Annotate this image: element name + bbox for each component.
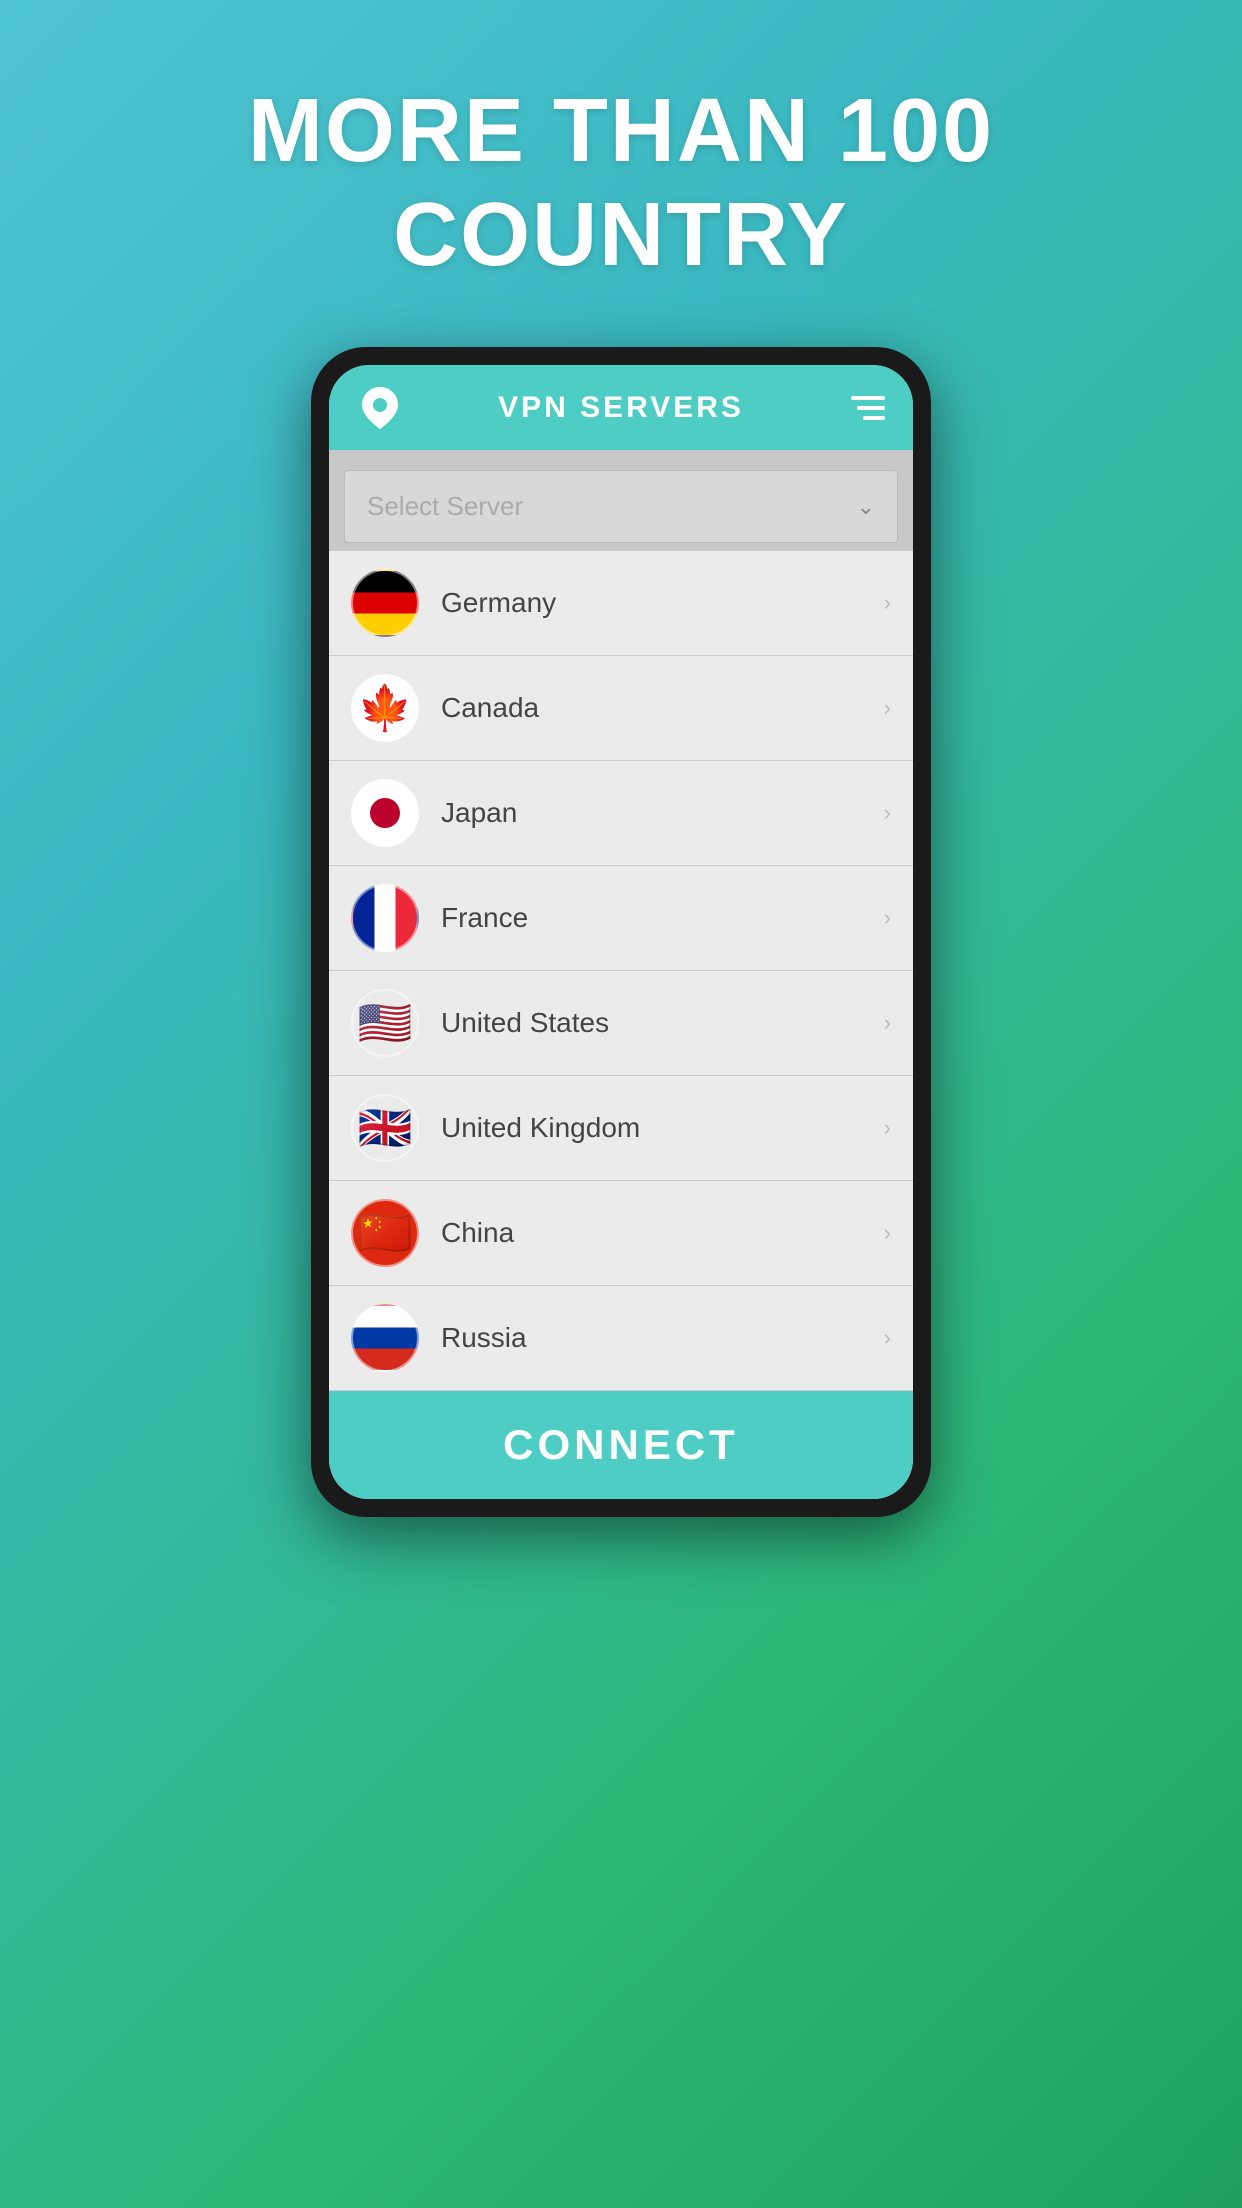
country-item-germany[interactable]: Germany › [329, 551, 913, 656]
country-item-france[interactable]: France › [329, 866, 913, 971]
country-name-russia: Russia [441, 1322, 884, 1354]
flag-canada: 🍁 [351, 674, 419, 742]
menu-bar-3 [863, 416, 885, 420]
flag-russia [351, 1304, 419, 1372]
chevron-right-icon: › [884, 1220, 891, 1246]
country-name-united-states: United States [441, 1007, 884, 1039]
country-name-china: China [441, 1217, 884, 1249]
country-item-united-states[interactable]: 🇺🇸 United States › [329, 971, 913, 1076]
phone-screen: VPN SERVERS Select Server ⌄ Germany [329, 365, 913, 1499]
headline-text: MORE THAN 100 COUNTRY [248, 80, 994, 287]
country-item-united-kingdom[interactable]: 🇬🇧 United Kingdom › [329, 1076, 913, 1181]
chevron-right-icon: › [884, 905, 891, 931]
flag-united-states: 🇺🇸 [351, 989, 419, 1057]
chevron-down-icon: ⌄ [857, 494, 875, 520]
country-item-russia[interactable]: Russia › [329, 1286, 913, 1391]
country-list: Germany › 🍁 Canada › Japan › [329, 543, 913, 1391]
country-name-united-kingdom: United Kingdom [441, 1112, 884, 1144]
menu-bar-1 [851, 396, 885, 400]
chevron-right-icon: › [884, 695, 891, 721]
country-item-china[interactable]: 🇨🇳 China › [329, 1181, 913, 1286]
country-list-inner: Germany › 🍁 Canada › Japan › [329, 551, 913, 1391]
menu-bar-2 [857, 406, 885, 410]
app-header: VPN SERVERS [329, 365, 913, 450]
chevron-right-icon: › [884, 590, 891, 616]
flag-france [351, 884, 419, 952]
country-name-france: France [441, 902, 884, 934]
chevron-right-icon: › [884, 1115, 891, 1141]
flag-china: 🇨🇳 [351, 1199, 419, 1267]
select-server-dropdown[interactable]: Select Server ⌄ [344, 470, 898, 543]
phone-mockup: VPN SERVERS Select Server ⌄ Germany [311, 347, 931, 1517]
chevron-right-icon: › [884, 1325, 891, 1351]
app-content: Select Server ⌄ Germany › 🍁 Canada › [329, 450, 913, 1499]
location-pin-icon[interactable] [357, 385, 403, 431]
flag-germany [351, 569, 419, 637]
country-item-canada[interactable]: 🍁 Canada › [329, 656, 913, 761]
connect-button[interactable]: CONNECT [329, 1391, 913, 1499]
hamburger-menu-icon[interactable] [839, 385, 885, 431]
flag-united-kingdom: 🇬🇧 [351, 1094, 419, 1162]
select-server-placeholder: Select Server [367, 491, 523, 522]
country-item-japan[interactable]: Japan › [329, 761, 913, 866]
country-name-canada: Canada [441, 692, 884, 724]
country-name-germany: Germany [441, 587, 884, 619]
app-title: VPN SERVERS [403, 391, 839, 425]
country-name-japan: Japan [441, 797, 884, 829]
chevron-right-icon: › [884, 800, 891, 826]
chevron-right-icon: › [884, 1010, 891, 1036]
flag-japan [351, 779, 419, 847]
